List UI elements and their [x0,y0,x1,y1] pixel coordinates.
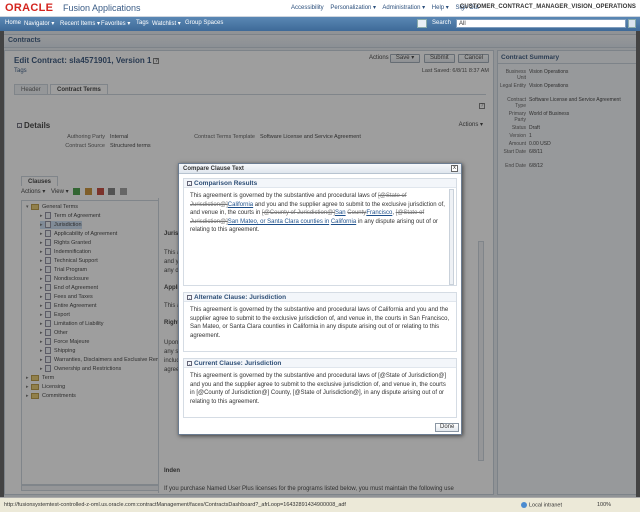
dialog-header: Compare Clause Text x [179,164,461,174]
comparison-results-section: - Comparison Results This agreement is go… [183,178,457,286]
collapse-icon[interactable]: - [187,360,192,366]
administration-menu[interactable]: Administration ▾ [382,5,425,11]
alternate-clause-title: Alternate Clause: Jurisdiction [194,294,287,301]
oracle-logo: ORACLE [5,2,54,14]
comparison-results-text: This agreement is governed by the substa… [190,193,445,233]
help-menu[interactable]: Help ▾ [432,5,449,11]
browser-status-bar: http://fusionsystemtest-controlled-z-oml… [0,497,640,512]
nav-tags[interactable]: Tags [136,20,149,26]
search-scope-select[interactable]: All [456,19,626,28]
user-name: CUSTOMER_CONTRACT_MANAGER_VISION_OPERATI… [459,4,636,10]
current-clause-title: Current Clause: Jurisdiction [194,360,282,367]
current-clause-section: - Current Clause: Jurisdiction This agree… [183,358,457,418]
search-options-icon[interactable] [417,19,427,28]
nav-favorites[interactable]: Favorites ▾ [101,20,130,27]
zoom-level[interactable]: 100% [597,502,611,508]
search-go-icon[interactable] [628,19,636,28]
collapse-icon[interactable]: - [187,294,192,300]
accessibility-link[interactable]: Accessibility [291,5,324,11]
search-label: Search [432,20,452,26]
alternate-clause-section: - Alternate Clause: Jurisdiction This agr… [183,292,457,352]
zone-label: Local intranet [529,502,563,509]
nav-home[interactable]: Home [5,20,21,26]
comparison-results-header[interactable]: - Comparison Results [184,179,456,188]
comparison-results-title: Comparison Results [194,180,258,187]
alternate-clause-text: This agreement is governed by the substa… [190,307,450,339]
current-clause-header[interactable]: - Current Clause: Jurisdiction [184,359,456,368]
status-zone: Local intranet [521,502,562,508]
nav-recent-items[interactable]: Recent Items ▾ [60,20,100,27]
nav-bar: Home Navigator ▾ Recent Items ▾ Favorite… [0,17,640,31]
alternate-clause-header[interactable]: - Alternate Clause: Jurisdiction [184,293,456,302]
nav-group-spaces[interactable]: Group Spaces [185,20,223,26]
comparison-scrollbar[interactable] [449,189,454,285]
current-clause-text: This agreement is governed by the substa… [190,373,446,405]
global-links: Accessibility Personalization ▾ Administ… [291,4,484,11]
global-search: Search All [412,19,636,29]
status-url: http://fusionsystemtest-controlled-z-oml… [4,502,346,508]
collapse-icon[interactable]: - [187,180,192,186]
compare-clause-dialog: Compare Clause Text x - Comparison Result… [178,163,462,435]
globe-icon [521,502,527,508]
nav-watchlist[interactable]: Watchlist ▾ [152,20,181,27]
app-header: ORACLE Fusion Applications Accessibility… [0,0,640,17]
nav-navigator[interactable]: Navigator ▾ [24,20,54,27]
close-icon[interactable]: x [451,165,458,172]
app-title: Fusion Applications [63,3,141,13]
done-button[interactable]: Done [435,423,460,432]
dialog-title: Compare Clause Text [183,166,244,172]
personalization-menu[interactable]: Personalization ▾ [330,5,376,11]
